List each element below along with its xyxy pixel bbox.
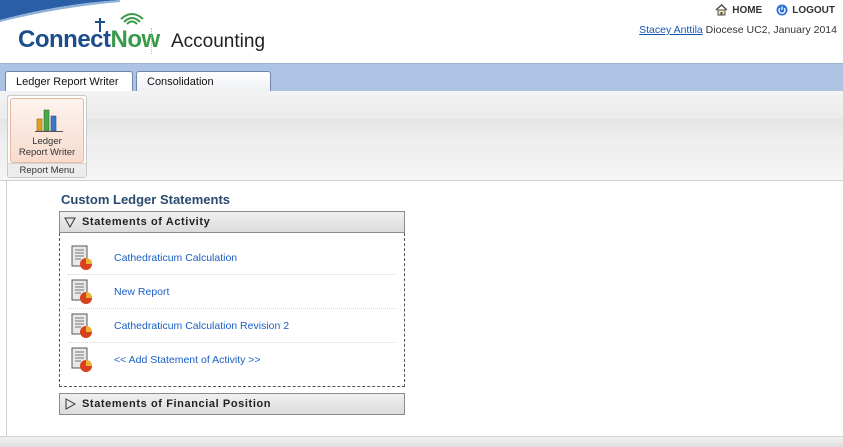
user-context-text: Diocese UC2, January 2014 — [702, 24, 837, 36]
home-label: HOME — [732, 4, 763, 16]
tab-ledger-report-writer[interactable]: Ledger Report Writer — [5, 71, 133, 92]
ribbon-toolbar: Ledger Report Writer Report Menu — [0, 91, 843, 181]
ribbon-group-label: Report Menu — [8, 163, 86, 177]
app-title: Accounting — [171, 31, 266, 52]
ribbon-button-label-line2: Report Writer — [18, 147, 76, 158]
tab-consolidation-manager[interactable]: Consolidation Manager — [136, 71, 271, 108]
user-name-link[interactable]: Stacey Anttila — [639, 24, 703, 36]
header-swoosh-decoration — [0, 0, 120, 22]
accordion-header-statements-of-financial-position[interactable]: Statements of Financial Position — [59, 393, 405, 415]
logo-text-now: Now — [110, 26, 161, 53]
home-icon — [715, 4, 728, 16]
report-document-icon — [71, 313, 92, 338]
statement-item[interactable]: Cathedraticum Calculation — [68, 241, 396, 275]
wifi-icon — [120, 13, 144, 25]
accordion-header-statements-of-activity[interactable]: Statements of Activity — [59, 211, 405, 233]
header-divider — [151, 28, 152, 54]
logout-link[interactable]: LOGOUT — [776, 4, 835, 16]
triangle-right-icon — [65, 398, 76, 410]
statement-item[interactable]: New Report — [68, 275, 396, 309]
triangle-down-icon — [64, 217, 76, 228]
accordion-body-statements-of-activity: Cathedraticum Calculation New Report Cat… — [59, 233, 405, 387]
bottom-bar — [0, 436, 843, 447]
power-icon — [776, 4, 788, 16]
ribbon-band — [0, 119, 843, 145]
ledger-report-writer-button[interactable]: Ledger Report Writer — [10, 98, 84, 163]
ribbon-button-label: Ledger Report Writer — [11, 136, 83, 158]
report-document-icon — [71, 347, 92, 372]
accordion-title: Statements of Financial Position — [82, 398, 272, 410]
user-context-line: Stacey Anttila Diocese UC2, January 2014 — [639, 24, 837, 36]
report-document-icon — [71, 245, 92, 270]
logout-label: LOGOUT — [792, 4, 835, 16]
accordion-title: Statements of Activity — [82, 216, 211, 228]
statement-item[interactable]: << Add Statement of Activity >> — [68, 343, 396, 377]
add-statement-link[interactable]: << Add Statement of Activity >> — [114, 354, 261, 366]
app-header: Connect Now Accounting HOME LOGOUT Stace… — [0, 0, 843, 63]
connectnow-logo: Connect Now — [18, 13, 161, 54]
bar-chart-icon — [35, 109, 63, 132]
ribbon-group-report-menu: Ledger Report Writer Report Menu — [7, 95, 87, 178]
logo-cross-bar — [95, 21, 105, 23]
statement-link[interactable]: Cathedraticum Calculation — [114, 252, 237, 264]
statement-link[interactable]: New Report — [114, 286, 169, 298]
page-title: Custom Ledger Statements — [61, 192, 231, 207]
logo-text-connect: Connect — [18, 26, 111, 53]
page: Connect Now Accounting HOME LOGOUT Stace… — [0, 0, 843, 447]
main-content: Custom Ledger Statements Statements of A… — [6, 181, 843, 436]
ribbon-button-label-line1: Ledger — [32, 136, 62, 147]
report-document-icon — [71, 279, 92, 304]
statement-link[interactable]: Cathedraticum Calculation Revision 2 — [114, 320, 289, 332]
tab-bar: Ledger Report Writer Consolidation Manag… — [0, 63, 843, 108]
statement-item[interactable]: Cathedraticum Calculation Revision 2 — [68, 309, 396, 343]
home-link[interactable]: HOME — [715, 4, 762, 16]
top-links: HOME LOGOUT — [715, 4, 835, 16]
